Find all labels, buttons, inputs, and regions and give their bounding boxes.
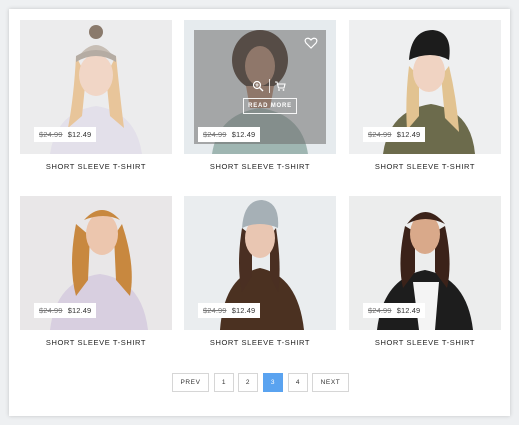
- product-image[interactable]: $24.99 $12.49: [184, 196, 336, 330]
- page-2-button[interactable]: 2: [238, 373, 258, 392]
- product-image[interactable]: READ MORE $24.99 $12.49: [184, 20, 336, 154]
- product-image[interactable]: $24.99 $12.49: [20, 20, 172, 154]
- cart-icon[interactable]: [274, 80, 286, 92]
- sale-price: $12.49: [67, 306, 92, 315]
- old-price: $24.99: [203, 306, 227, 315]
- next-button[interactable]: NEXT: [312, 373, 349, 392]
- product-card[interactable]: $24.99 $12.49 SHORT SLEEVE T-SHIRT: [20, 20, 172, 171]
- prev-button[interactable]: PREV: [172, 373, 209, 392]
- price-tag: $24.99 $12.49: [34, 127, 97, 142]
- product-card[interactable]: $24.99 $12.49 SHORT SLEEVE T-SHIRT: [349, 20, 501, 171]
- sale-price: $12.49: [396, 306, 421, 315]
- product-title[interactable]: SHORT SLEEVE T-SHIRT: [20, 338, 172, 347]
- page-4-button[interactable]: 4: [288, 373, 308, 392]
- old-price: $24.99: [203, 130, 227, 139]
- product-title[interactable]: SHORT SLEEVE T-SHIRT: [20, 162, 172, 171]
- read-more-button[interactable]: READ MORE: [243, 98, 297, 114]
- old-price: $24.99: [368, 130, 392, 139]
- product-grid-panel: $24.99 $12.49 SHORT SLEEVE T-SHIRT READ …: [9, 9, 510, 416]
- price-tag: $24.99 $12.49: [363, 127, 426, 142]
- product-image[interactable]: $24.99 $12.49: [20, 196, 172, 330]
- sale-price: $12.49: [231, 306, 256, 315]
- page-1-button[interactable]: 1: [214, 373, 234, 392]
- product-title[interactable]: SHORT SLEEVE T-SHIRT: [184, 338, 336, 347]
- product-card[interactable]: $24.99 $12.49 SHORT SLEEVE T-SHIRT: [349, 196, 501, 347]
- price-tag: $24.99 $12.49: [198, 127, 261, 142]
- sale-price: $12.49: [231, 130, 256, 139]
- icon-divider: [269, 79, 270, 93]
- product-image[interactable]: $24.99 $12.49: [349, 20, 501, 154]
- product-title[interactable]: SHORT SLEEVE T-SHIRT: [184, 162, 336, 171]
- price-tag: $24.99 $12.49: [363, 303, 426, 318]
- product-title[interactable]: SHORT SLEEVE T-SHIRT: [349, 338, 501, 347]
- product-card[interactable]: READ MORE $24.99 $12.49 SHORT SLEEVE T-S…: [184, 20, 336, 171]
- product-title[interactable]: SHORT SLEEVE T-SHIRT: [349, 162, 501, 171]
- product-card[interactable]: $24.99 $12.49 SHORT SLEEVE T-SHIRT: [184, 196, 336, 347]
- product-card[interactable]: $24.99 $12.49 SHORT SLEEVE T-SHIRT: [20, 196, 172, 347]
- sale-price: $12.49: [396, 130, 421, 139]
- old-price: $24.99: [39, 306, 63, 315]
- price-tag: $24.99 $12.49: [198, 303, 261, 318]
- old-price: $24.99: [368, 306, 392, 315]
- page-3-button[interactable]: 3: [263, 373, 283, 392]
- zoom-icon[interactable]: [252, 80, 264, 92]
- heart-icon[interactable]: [304, 36, 318, 50]
- old-price: $24.99: [39, 130, 63, 139]
- sale-price: $12.49: [67, 130, 92, 139]
- price-tag: $24.99 $12.49: [34, 303, 97, 318]
- pagination: PREV 1 2 3 4 NEXT: [9, 373, 510, 393]
- product-image[interactable]: $24.99 $12.49: [349, 196, 501, 330]
